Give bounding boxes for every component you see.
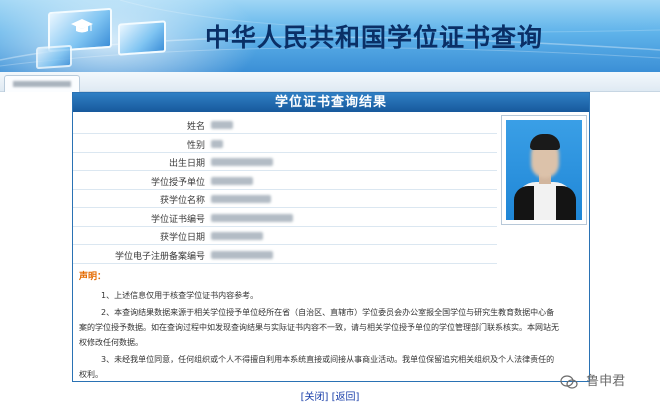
info-label: 获学位日期 bbox=[159, 233, 205, 243]
result-panel: 学位证书查询结果 姓名性别出生日期学位授予单位获学位名称学位证书编号获学位日期学… bbox=[72, 92, 590, 382]
close-link[interactable]: [关闭] bbox=[301, 392, 329, 403]
info-label: 出生日期 bbox=[168, 159, 205, 169]
info-value-redacted bbox=[211, 121, 233, 129]
info-row: 学位授予单位 bbox=[73, 172, 497, 190]
notice-title: 声明： bbox=[79, 272, 107, 282]
graduation-cap-icon bbox=[71, 19, 93, 33]
info-value-redacted bbox=[211, 232, 263, 240]
site-title: 中华人民共和国学位证书查询 bbox=[205, 23, 544, 52]
id-photo bbox=[506, 120, 582, 220]
info-value-redacted bbox=[211, 195, 271, 203]
tab-query[interactable] bbox=[4, 75, 80, 92]
back-link[interactable]: [返回] bbox=[332, 392, 360, 403]
info-row: 姓名 bbox=[73, 116, 497, 134]
info-row: 获学位日期 bbox=[73, 227, 497, 245]
info-label: 获学位名称 bbox=[159, 196, 205, 206]
monitor-graphic bbox=[118, 20, 166, 56]
notice-item: 2、本查询结果数据来源于相关学位授予单位经所在省（自治区、直辖市）学位委员会办公… bbox=[79, 308, 559, 347]
notice-item: 3、未经我单位同意，任何组织或个人不得擅自利用本系统直接或间接从事商业活动。我单… bbox=[79, 355, 555, 379]
tab-label-redacted bbox=[13, 81, 71, 87]
info-row: 学位电子注册备案编号 bbox=[73, 246, 497, 264]
info-row: 获学位名称 bbox=[73, 190, 497, 208]
info-label: 性别 bbox=[186, 140, 205, 151]
info-value-redacted bbox=[211, 158, 273, 166]
footer-links: [关闭] [返回] bbox=[0, 388, 660, 403]
info-label: 姓名 bbox=[186, 122, 205, 132]
monitor-graphic bbox=[36, 44, 72, 70]
info-value-redacted bbox=[211, 176, 253, 185]
site-banner: 中华人民共和国学位证书查询 bbox=[0, 0, 660, 72]
info-row: 学位证书编号 bbox=[73, 209, 497, 227]
photo-frame bbox=[501, 115, 587, 225]
info-label: 学位授予单位 bbox=[150, 177, 205, 188]
tab-bar bbox=[0, 72, 660, 92]
notice-item: 1、上述信息仅用于核查学位证书内容参考。 bbox=[101, 291, 259, 300]
info-value-redacted bbox=[211, 213, 293, 222]
info-row: 出生日期 bbox=[73, 153, 497, 171]
panel-title: 学位证书查询结果 bbox=[73, 93, 589, 112]
info-row: 性别 bbox=[73, 135, 497, 153]
wechat-icon bbox=[560, 374, 578, 389]
info-label: 学位电子注册备案编号 bbox=[114, 251, 205, 262]
watermark: 鲁申君 bbox=[560, 370, 625, 389]
info-label: 学位证书编号 bbox=[150, 214, 205, 225]
info-value-redacted bbox=[211, 139, 223, 148]
info-value-redacted bbox=[211, 250, 273, 259]
watermark-text: 鲁申君 bbox=[586, 374, 626, 389]
